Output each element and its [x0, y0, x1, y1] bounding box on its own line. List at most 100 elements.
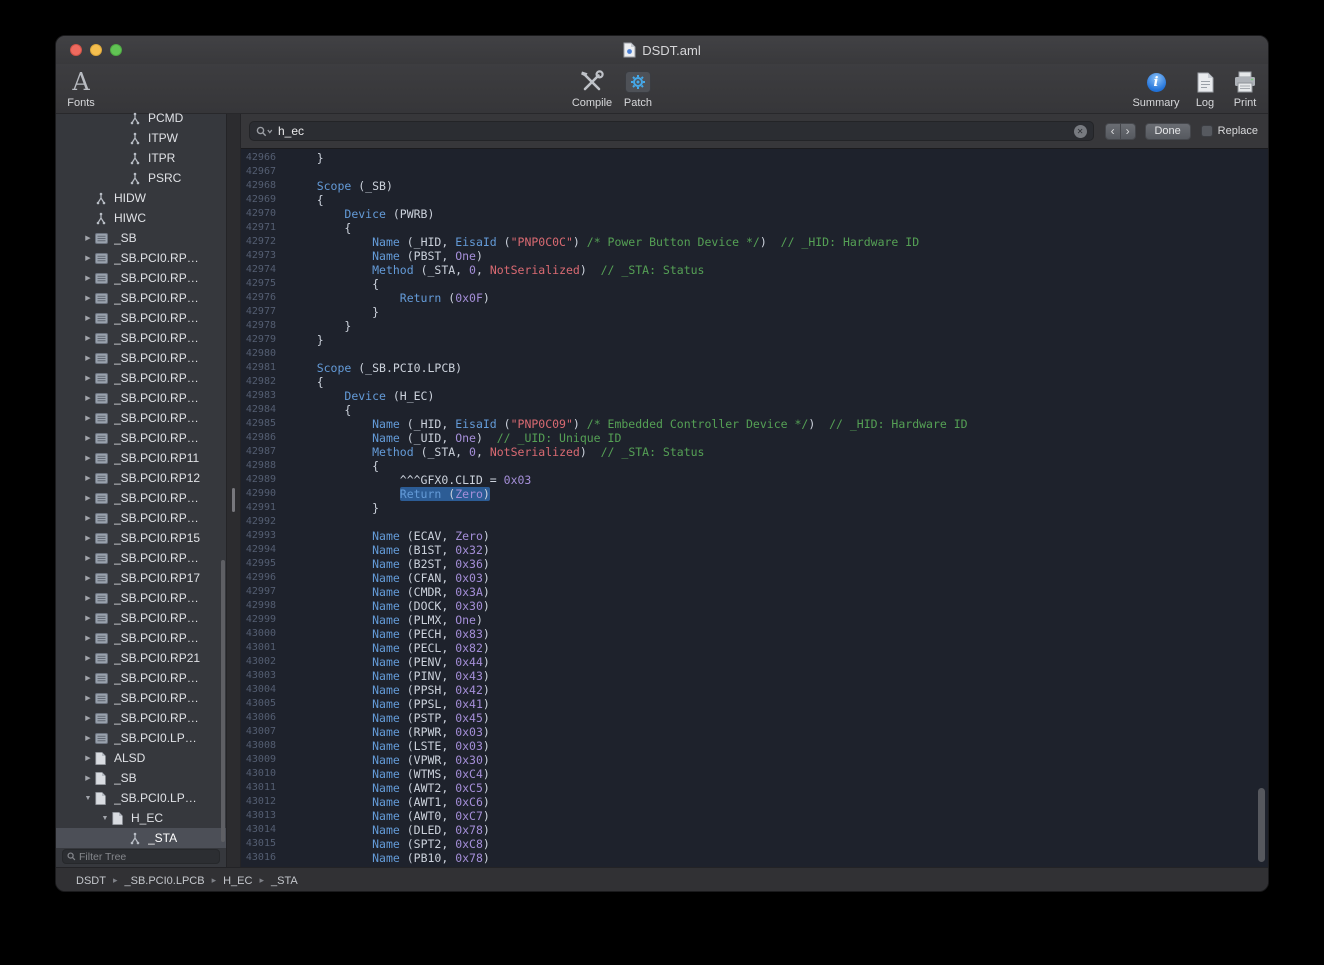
- tree-item-sb-pci0-rp[interactable]: ▶_SB.PCI0.RP…: [56, 508, 226, 528]
- code-line[interactable]: 43010 Name (WTMS, 0xC4): [241, 767, 1268, 781]
- code-line[interactable]: 42976 Return (0x0F): [241, 291, 1268, 305]
- code-line[interactable]: 43017 Name (IWCW, 0xA0): [241, 865, 1268, 867]
- summary-button[interactable]: i Summary: [1128, 68, 1184, 109]
- disclosure-collapsed-icon[interactable]: ▶: [81, 574, 95, 582]
- find-input[interactable]: [278, 124, 1069, 138]
- print-button[interactable]: Print: [1224, 68, 1266, 109]
- code-line[interactable]: 43003 Name (PINV, 0x43): [241, 669, 1268, 683]
- disclosure-collapsed-icon[interactable]: ▶: [81, 554, 95, 562]
- code-line[interactable]: 42971 {: [241, 221, 1268, 235]
- code-line[interactable]: 42974 Method (_STA, 0, NotSerialized) //…: [241, 263, 1268, 277]
- tree-item-sb-pci0-rp12[interactable]: ▶_SB.PCI0.RP12: [56, 468, 226, 488]
- code-line[interactable]: 42992: [241, 515, 1268, 529]
- code-line[interactable]: 43002 Name (PENV, 0x44): [241, 655, 1268, 669]
- disclosure-expanded-icon[interactable]: ▼: [98, 815, 112, 822]
- code-line[interactable]: 42993 Name (ECAV, Zero): [241, 529, 1268, 543]
- document-proxy-icon[interactable]: [623, 42, 636, 58]
- code-line[interactable]: 42984 {: [241, 403, 1268, 417]
- patch-button[interactable]: Patch: [612, 68, 664, 109]
- code-line[interactable]: 43011 Name (AWT2, 0xC5): [241, 781, 1268, 795]
- filter-field[interactable]: [62, 849, 220, 864]
- replace-checkbox[interactable]: [1201, 125, 1213, 137]
- code-line[interactable]: 43016 Name (PB10, 0x78): [241, 851, 1268, 865]
- log-button[interactable]: Log: [1184, 68, 1226, 109]
- tree-item-sb-pci0-rp15[interactable]: ▶_SB.PCI0.RP15: [56, 528, 226, 548]
- code-line[interactable]: 43012 Name (AWT1, 0xC6): [241, 795, 1268, 809]
- tree-item-sb-pci0-rp[interactable]: ▶_SB.PCI0.RP…: [56, 248, 226, 268]
- tree-item-itpw[interactable]: ITPW: [56, 128, 226, 148]
- code-line[interactable]: 43006 Name (PSTP, 0x45): [241, 711, 1268, 725]
- disclosure-collapsed-icon[interactable]: ▶: [81, 754, 95, 762]
- disclosure-collapsed-icon[interactable]: ▶: [81, 394, 95, 402]
- tree-item-sb-pci0-rp[interactable]: ▶_SB.PCI0.RP…: [56, 548, 226, 568]
- code-line[interactable]: 42988 {: [241, 459, 1268, 473]
- code-line[interactable]: 42995 Name (B2ST, 0x36): [241, 557, 1268, 571]
- filter-tree-input[interactable]: [79, 851, 215, 863]
- disclosure-expanded-icon[interactable]: ▼: [81, 795, 95, 802]
- tree-item-sb-pci0-rp[interactable]: ▶_SB.PCI0.RP…: [56, 388, 226, 408]
- tree-item-sb-pci0-rp[interactable]: ▶_SB.PCI0.RP…: [56, 668, 226, 688]
- disclosure-collapsed-icon[interactable]: ▶: [81, 294, 95, 302]
- code-line[interactable]: 42968 Scope (_SB): [241, 179, 1268, 193]
- code-line[interactable]: 42997 Name (CMDR, 0x3A): [241, 585, 1268, 599]
- minimize-window-button[interactable]: [90, 44, 102, 56]
- tree-item-hiwc[interactable]: HIWC: [56, 208, 226, 228]
- code-line[interactable]: 42994 Name (B1ST, 0x32): [241, 543, 1268, 557]
- code-line[interactable]: 42987 Method (_STA, 0, NotSerialized) //…: [241, 445, 1268, 459]
- editor-scrollbar[interactable]: [1258, 788, 1265, 862]
- disclosure-collapsed-icon[interactable]: ▶: [81, 774, 95, 782]
- disclosure-collapsed-icon[interactable]: ▶: [81, 734, 95, 742]
- tree-item-sb-pci0-rp21[interactable]: ▶_SB.PCI0.RP21: [56, 648, 226, 668]
- code-line[interactable]: 42967: [241, 165, 1268, 179]
- tree-item-sb-pci0-rp[interactable]: ▶_SB.PCI0.RP…: [56, 708, 226, 728]
- code-line[interactable]: 42969 {: [241, 193, 1268, 207]
- disclosure-collapsed-icon[interactable]: ▶: [81, 274, 95, 282]
- tree-item-sb-pci0-rp[interactable]: ▶_SB.PCI0.RP…: [56, 328, 226, 348]
- clear-search-icon[interactable]: ✕: [1074, 125, 1087, 138]
- code-line[interactable]: 42985 Name (_HID, EisaId ("PNP0C09") /* …: [241, 417, 1268, 431]
- find-previous-button[interactable]: ‹: [1105, 123, 1121, 140]
- tree-item-sb-pci0-rp[interactable]: ▶_SB.PCI0.RP…: [56, 428, 226, 448]
- code-line[interactable]: 42972 Name (_HID, EisaId ("PNP0C0C") /* …: [241, 235, 1268, 249]
- code-line[interactable]: 42973 Name (PBST, One): [241, 249, 1268, 263]
- code-line[interactable]: 42999 Name (PLMX, One): [241, 613, 1268, 627]
- code-line[interactable]: 43000 Name (PECH, 0x83): [241, 627, 1268, 641]
- tree-item-sb-pci0-rp[interactable]: ▶_SB.PCI0.RP…: [56, 368, 226, 388]
- code-line[interactable]: 42998 Name (DOCK, 0x30): [241, 599, 1268, 613]
- disclosure-collapsed-icon[interactable]: ▶: [81, 614, 95, 622]
- disclosure-collapsed-icon[interactable]: ▶: [81, 594, 95, 602]
- breadcrumb-item[interactable]: DSDT: [76, 875, 106, 887]
- breadcrumb-item[interactable]: _STA: [271, 875, 298, 887]
- divider-handle-icon[interactable]: [232, 488, 235, 512]
- tree-item-h-ec[interactable]: ▼H_EC: [56, 808, 226, 828]
- code-line[interactable]: 43013 Name (AWT0, 0xC7): [241, 809, 1268, 823]
- code-line[interactable]: 42989 ^^^GFX0.CLID = 0x03: [241, 473, 1268, 487]
- code-line[interactable]: 43001 Name (PECL, 0x82): [241, 641, 1268, 655]
- disclosure-collapsed-icon[interactable]: ▶: [81, 354, 95, 362]
- code-line[interactable]: 43015 Name (SPT2, 0xC8): [241, 837, 1268, 851]
- code-editor[interactable]: 42966 }4296742968 Scope (_SB)42969 {4297…: [241, 149, 1268, 867]
- tree-item-alsd[interactable]: ▶ALSD: [56, 748, 226, 768]
- code-line[interactable]: 42977 }: [241, 305, 1268, 319]
- disclosure-collapsed-icon[interactable]: ▶: [81, 634, 95, 642]
- search-icon[interactable]: [256, 126, 273, 137]
- tree-item-sb-pci0-rp[interactable]: ▶_SB.PCI0.RP…: [56, 308, 226, 328]
- disclosure-collapsed-icon[interactable]: ▶: [81, 374, 95, 382]
- code-line[interactable]: 43007 Name (RPWR, 0x03): [241, 725, 1268, 739]
- code-line[interactable]: 42996 Name (CFAN, 0x03): [241, 571, 1268, 585]
- code-line[interactable]: 42986 Name (_UID, One) // _UID: Unique I…: [241, 431, 1268, 445]
- disclosure-collapsed-icon[interactable]: ▶: [81, 314, 95, 322]
- disclosure-collapsed-icon[interactable]: ▶: [81, 454, 95, 462]
- code-line[interactable]: 42970 Device (PWRB): [241, 207, 1268, 221]
- code-line[interactable]: 43008 Name (LSTE, 0x03): [241, 739, 1268, 753]
- code-line[interactable]: 42990 Return (Zero): [241, 487, 1268, 501]
- tree-item-pcmd[interactable]: PCMD: [56, 108, 226, 128]
- tree-item-sb[interactable]: ▶_SB: [56, 228, 226, 248]
- code-line[interactable]: 42982 {: [241, 375, 1268, 389]
- disclosure-collapsed-icon[interactable]: ▶: [81, 714, 95, 722]
- disclosure-collapsed-icon[interactable]: ▶: [81, 474, 95, 482]
- sidebar-scrollbar[interactable]: [221, 560, 225, 842]
- disclosure-collapsed-icon[interactable]: ▶: [81, 534, 95, 542]
- tree-item-sb-pci0-rp[interactable]: ▶_SB.PCI0.RP…: [56, 408, 226, 428]
- tree-item-sb-pci0-rp[interactable]: ▶_SB.PCI0.RP…: [56, 588, 226, 608]
